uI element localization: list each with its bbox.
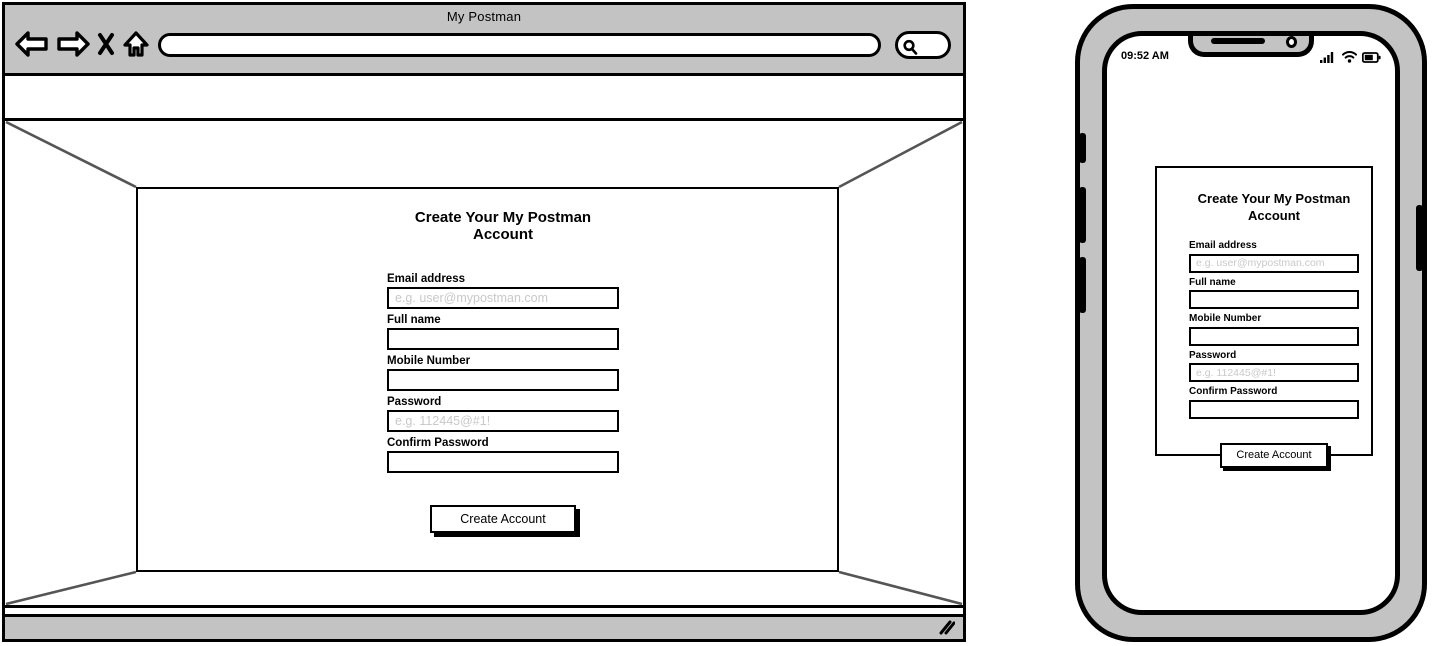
field-label-mobile-number-mobile: Mobile Number — [1189, 313, 1262, 324]
field-label-email: Email address — [387, 273, 465, 285]
earpiece-speaker-icon — [1211, 38, 1265, 44]
phone-mute-button[interactable] — [1079, 133, 1086, 163]
status-icons — [1320, 50, 1381, 68]
confirm-password-input[interactable] — [387, 451, 619, 473]
phone-power-button[interactable] — [1416, 205, 1423, 271]
battery-icon — [1361, 50, 1381, 68]
home-icon[interactable] — [122, 30, 150, 63]
email-input-mobile[interactable] — [1189, 253, 1359, 273]
phone-volume-up-button[interactable] — [1079, 187, 1086, 243]
phone-screen: 09:52 AM Create Your My Postman Account … — [1102, 31, 1400, 615]
page-title-mobile: Create Your My Postman Account — [1197, 191, 1351, 223]
browser-statusbar — [5, 605, 963, 639]
window-title: My Postman — [446, 9, 522, 24]
field-confirm-password: Confirm Password — [387, 437, 619, 473]
field-label-confirm-password: Confirm Password — [387, 437, 489, 449]
phone-status-bar: 09:52 AM — [1107, 50, 1395, 66]
bookmarks-bar[interactable] — [5, 76, 963, 121]
password-input-mobile[interactable] — [1189, 363, 1359, 382]
password-input[interactable] — [387, 410, 619, 432]
field-full-name: Full name — [387, 314, 619, 350]
confirm-password-input-mobile[interactable] — [1189, 399, 1359, 419]
submit-row: Create Account — [387, 505, 619, 533]
field-email-mobile: Email address — [1189, 240, 1359, 273]
submit-row-mobile: Create Account — [1189, 442, 1359, 468]
magnifier-icon — [901, 38, 919, 61]
wireframe-canvas: My Postman Create Your My Postman Accoun… — [0, 0, 1434, 646]
field-label-confirm-password-mobile: Confirm Password — [1189, 386, 1278, 397]
page-content-frame: Create Your My Postman Account Email add… — [136, 187, 839, 572]
field-password: Password — [387, 396, 619, 432]
close-x-icon[interactable] — [97, 31, 115, 62]
field-label-email-mobile: Email address — [1189, 240, 1257, 251]
signal-bars-icon — [1320, 50, 1337, 68]
field-confirm-password-mobile: Confirm Password — [1189, 386, 1359, 419]
field-label-mobile-number: Mobile Number — [387, 355, 471, 367]
field-mobile-number: Mobile Number — [387, 355, 619, 391]
field-password-mobile: Password — [1189, 349, 1359, 382]
signup-form-mobile: Create Your My Postman Account Email add… — [1189, 190, 1359, 468]
field-email: Email address — [387, 273, 619, 309]
forward-arrow-icon[interactable] — [56, 30, 90, 63]
wifi-icon — [1342, 50, 1357, 68]
signup-form-desktop: Create Your My Postman Account Email add… — [387, 209, 619, 533]
field-label-password: Password — [387, 396, 442, 408]
field-full-name-mobile: Full name — [1189, 276, 1359, 309]
front-camera-icon — [1286, 36, 1297, 48]
phone-app-content: Create Your My Postman Account Email add… — [1107, 70, 1395, 610]
resize-grip-icon[interactable] — [937, 619, 956, 635]
field-mobile-number-mobile: Mobile Number — [1189, 313, 1359, 346]
signup-card-mobile: Create Your My Postman Account Email add… — [1155, 166, 1373, 468]
browser-titlebar: My Postman — [5, 5, 963, 76]
back-arrow-icon[interactable] — [15, 30, 49, 63]
status-time: 09:52 AM — [1121, 50, 1169, 62]
phone-volume-down-button[interactable] — [1079, 257, 1086, 313]
statusbar-tray — [5, 614, 963, 639]
url-input[interactable] — [158, 33, 881, 57]
browser-nav-icons — [15, 30, 150, 63]
browser-window: My Postman Create Your My Postman Accoun… — [2, 2, 966, 642]
create-account-button-mobile[interactable]: Create Account — [1220, 442, 1328, 468]
field-label-password-mobile: Password — [1189, 349, 1237, 361]
create-account-button[interactable]: Create Account — [430, 505, 576, 533]
browser-viewport: Create Your My Postman Account Email add… — [5, 121, 963, 605]
full-name-input[interactable] — [387, 328, 619, 350]
phone-device-mockup: 09:52 AM Create Your My Postman Account … — [1075, 4, 1427, 642]
mobile-number-input[interactable] — [387, 369, 619, 391]
full-name-input-mobile[interactable] — [1189, 290, 1359, 309]
mobile-number-input-mobile[interactable] — [1189, 326, 1359, 346]
field-label-full-name: Full name — [387, 314, 441, 326]
email-input[interactable] — [387, 287, 619, 309]
page-title: Create Your My Postman Account — [414, 209, 592, 243]
field-label-full-name-mobile: Full name — [1189, 276, 1236, 288]
search-button[interactable] — [895, 31, 951, 59]
